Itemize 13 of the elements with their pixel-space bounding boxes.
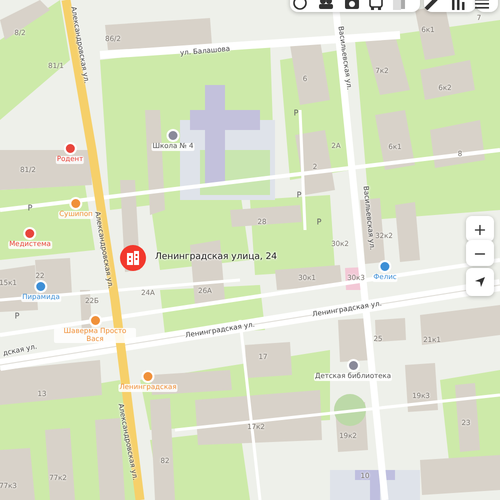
zoom-out-button[interactable]: − <box>466 240 494 266</box>
parking-sign: P <box>294 108 298 118</box>
bars-icon[interactable] <box>449 0 467 10</box>
parking-sign: P <box>14 312 20 320</box>
parking-sign: P <box>28 204 32 212</box>
parking-sign: P <box>296 190 302 200</box>
parking-sign: P <box>316 218 322 226</box>
bus-icon[interactable] <box>367 0 385 10</box>
camera-icon[interactable] <box>343 0 361 10</box>
people-icon[interactable] <box>317 0 335 10</box>
address-label: Ленинградская улица, 24 <box>155 252 278 262</box>
zoom-in-button[interactable]: + <box>466 216 494 242</box>
menu-icon[interactable] <box>473 0 491 10</box>
